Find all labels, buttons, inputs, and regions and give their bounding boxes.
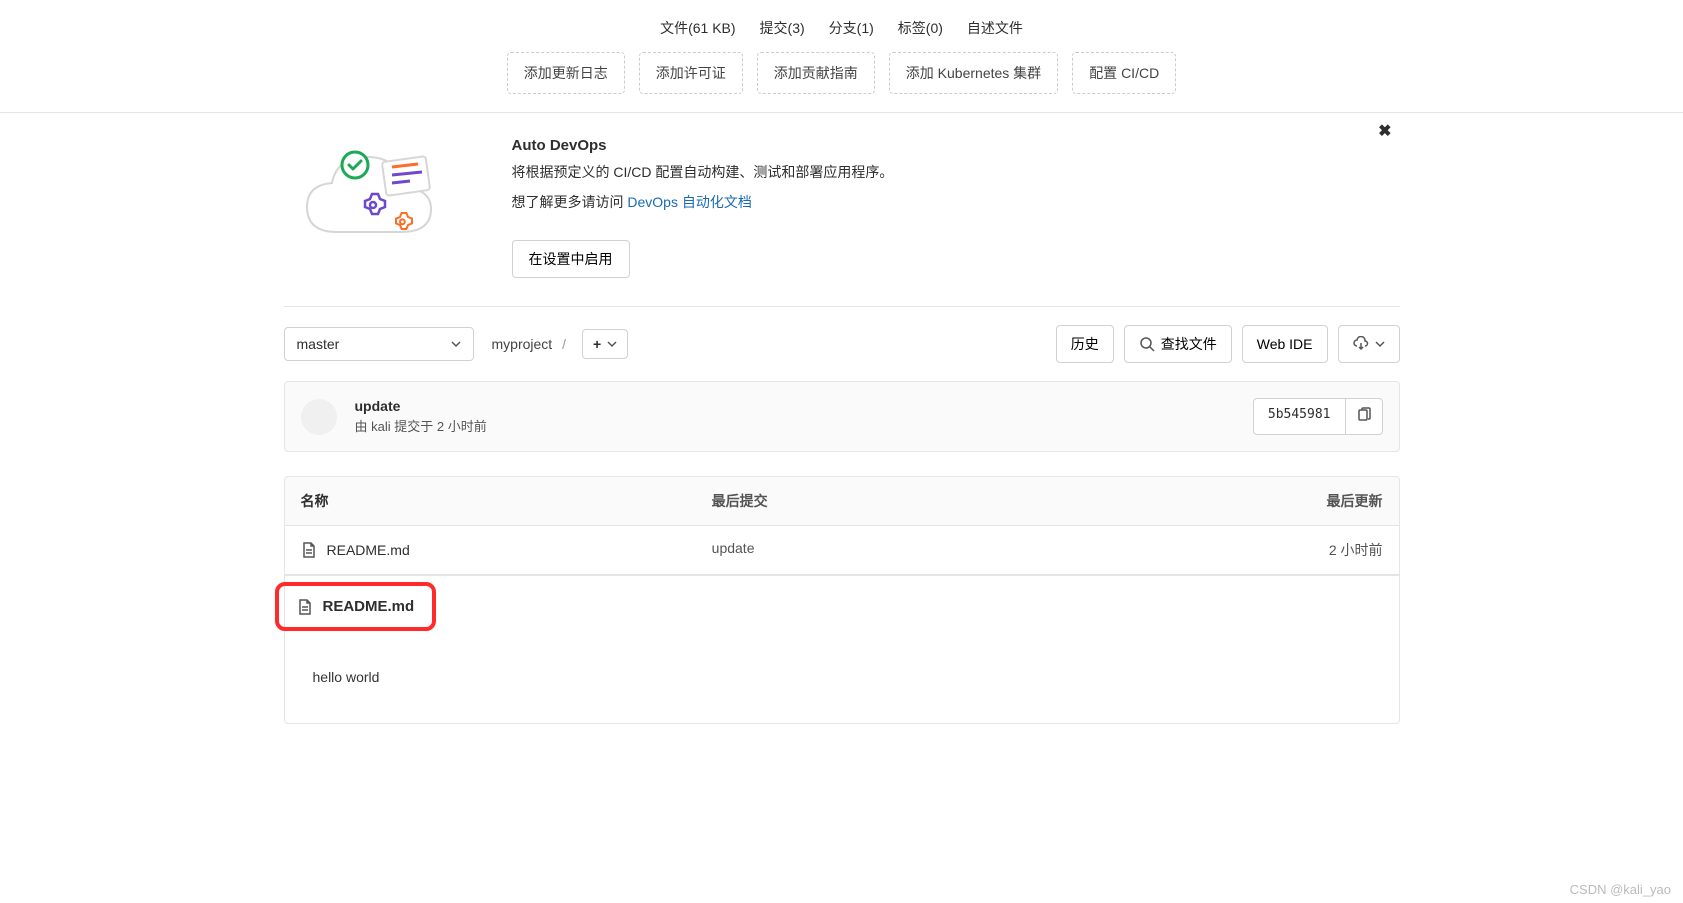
cloud-download-icon bbox=[1353, 336, 1369, 352]
stat-branches[interactable]: 分支(1) bbox=[829, 18, 874, 38]
branch-name: master bbox=[297, 336, 340, 352]
close-icon[interactable]: ✖ bbox=[1378, 121, 1391, 141]
breadcrumb-project[interactable]: myproject bbox=[492, 336, 553, 352]
watermark: CSDN @kali_yao bbox=[1570, 882, 1671, 897]
commit-meta: 由 kali 提交于 2 小时前 bbox=[355, 416, 1253, 435]
header-last-commit: 最后提交 bbox=[712, 491, 1263, 511]
chevron-down-icon bbox=[607, 339, 617, 349]
devops-description: 将根据预定义的 CI/CD 配置自动构建、测试和部署应用程序。 bbox=[512, 162, 1392, 182]
add-contributing-button[interactable]: 添加贡献指南 bbox=[757, 52, 875, 94]
header-name: 名称 bbox=[301, 491, 712, 511]
web-ide-button[interactable]: Web IDE bbox=[1242, 325, 1328, 363]
quick-actions-row: 添加更新日志 添加许可证 添加贡献指南 添加 Kubernetes 集群 配置 … bbox=[0, 52, 1683, 94]
file-icon bbox=[301, 542, 317, 558]
plus-icon: + bbox=[593, 336, 601, 352]
readme-filename: README.md bbox=[323, 598, 415, 615]
add-dropdown-button[interactable]: + bbox=[582, 329, 628, 359]
devops-docs-link[interactable]: DevOps 自动化文档 bbox=[627, 194, 751, 210]
branch-selector[interactable]: master bbox=[284, 327, 474, 361]
readme-header[interactable]: README.md bbox=[275, 582, 437, 631]
row-updated: 2 小时前 bbox=[1263, 540, 1383, 560]
commit-sha[interactable]: 5b545981 bbox=[1253, 398, 1346, 435]
add-license-button[interactable]: 添加许可证 bbox=[639, 52, 743, 94]
file-name: README.md bbox=[327, 542, 410, 558]
file-icon bbox=[297, 599, 313, 615]
readme-content: hello world bbox=[285, 631, 1399, 723]
search-icon bbox=[1139, 336, 1155, 352]
configure-cicd-button[interactable]: 配置 CI/CD bbox=[1072, 52, 1176, 94]
add-changelog-button[interactable]: 添加更新日志 bbox=[507, 52, 625, 94]
devops-illustration bbox=[292, 137, 472, 257]
project-stats-row: 文件(61 KB) 提交(3) 分支(1) 标签(0) 自述文件 bbox=[0, 0, 1683, 52]
tree-controls: master myproject / + 历史 查找文件 Web IDE bbox=[284, 307, 1400, 381]
devops-title: Auto DevOps bbox=[512, 137, 1392, 154]
devops-more: 想了解更多请访问 DevOps 自动化文档 bbox=[512, 192, 1392, 212]
copy-sha-button[interactable] bbox=[1346, 398, 1383, 435]
table-row[interactable]: README.md update 2 小时前 bbox=[285, 526, 1399, 575]
copy-icon bbox=[1356, 407, 1372, 423]
auto-devops-banner: Auto DevOps 将根据预定义的 CI/CD 配置自动构建、测试和部署应用… bbox=[284, 113, 1400, 307]
history-button[interactable]: 历史 bbox=[1056, 325, 1114, 363]
row-commit-message: update bbox=[712, 540, 1263, 560]
avatar bbox=[301, 399, 337, 435]
download-dropdown-button[interactable] bbox=[1338, 325, 1400, 363]
stat-tags[interactable]: 标签(0) bbox=[898, 18, 943, 38]
commit-message[interactable]: update bbox=[355, 398, 1253, 414]
add-kubernetes-button[interactable]: 添加 Kubernetes 集群 bbox=[889, 52, 1058, 94]
stat-files[interactable]: 文件(61 KB) bbox=[660, 18, 735, 38]
header-last-updated: 最后更新 bbox=[1263, 491, 1383, 511]
last-commit-box: update 由 kali 提交于 2 小时前 5b545981 bbox=[284, 381, 1400, 452]
readme-panel: README.md hello world bbox=[284, 576, 1400, 724]
breadcrumb: myproject / bbox=[492, 336, 572, 352]
table-header: 名称 最后提交 最后更新 bbox=[285, 477, 1399, 526]
chevron-down-icon bbox=[451, 339, 461, 349]
enable-devops-button[interactable]: 在设置中启用 bbox=[512, 240, 630, 278]
stat-readme[interactable]: 自述文件 bbox=[967, 18, 1023, 38]
find-file-button[interactable]: 查找文件 bbox=[1124, 325, 1232, 363]
stat-commits[interactable]: 提交(3) bbox=[760, 18, 805, 38]
project-top-bar: 文件(61 KB) 提交(3) 分支(1) 标签(0) 自述文件 添加更新日志 … bbox=[0, 0, 1683, 113]
file-tree-table: 名称 最后提交 最后更新 README.md update 2 小时前 bbox=[284, 476, 1400, 576]
chevron-down-icon bbox=[1375, 339, 1385, 349]
